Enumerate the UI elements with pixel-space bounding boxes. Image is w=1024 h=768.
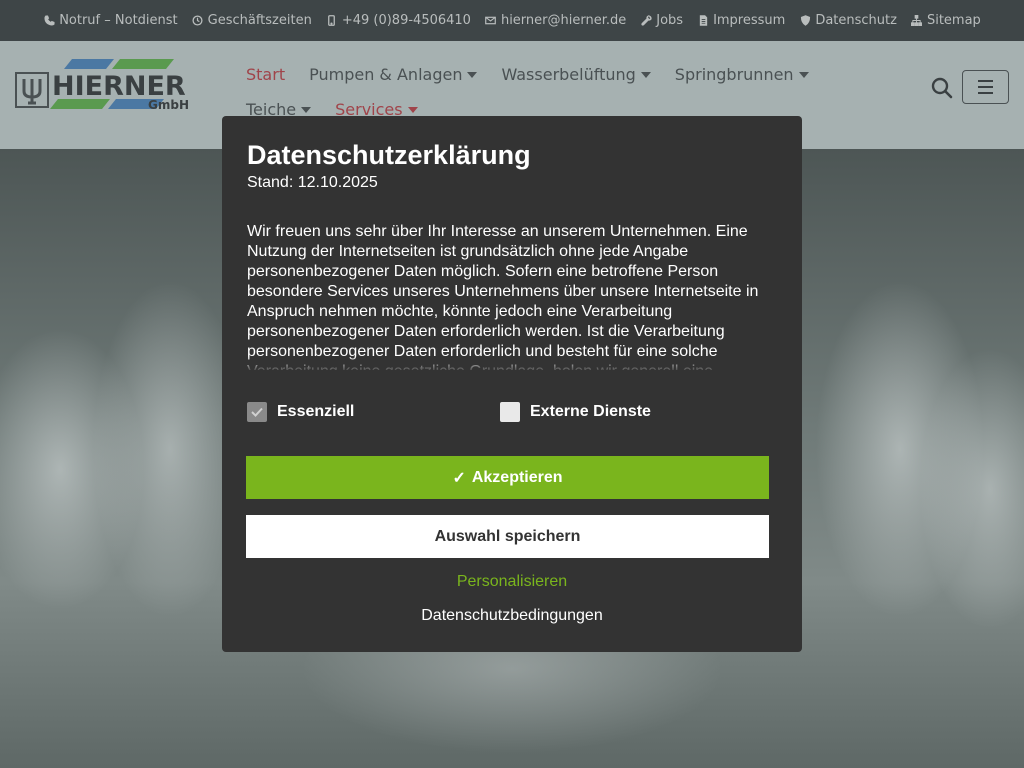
topbar-link-datenschutz[interactable]: Datenschutz	[799, 13, 897, 28]
nav-item-springbrunnen[interactable]: Springbrunnen	[675, 65, 809, 84]
checkmark-icon	[251, 407, 263, 417]
nav-label: Pumpen & Anlagen	[309, 65, 463, 84]
caret-down-icon	[407, 106, 418, 113]
dialog-body-paragraph: Wir freuen uns sehr über Ihr Interesse a…	[247, 223, 759, 370]
search-button[interactable]	[930, 76, 954, 100]
nav-label: Start	[246, 65, 286, 84]
topbar-label: Impressum	[713, 13, 786, 28]
topbar-link-notruf[interactable]: Notruf – Notdienst	[43, 13, 178, 28]
checkbox-essenziell[interactable]: Essenziell	[247, 402, 354, 422]
document-icon	[697, 15, 709, 27]
phone-icon	[43, 15, 55, 27]
privacy-terms-link[interactable]: Datenschutzbedingungen	[222, 607, 802, 625]
hamburger-icon	[978, 92, 993, 94]
sitemap-icon	[911, 15, 923, 27]
topbar-label: +49 (0)89-4506410	[341, 13, 471, 28]
personalize-link[interactable]: Personalisieren	[222, 573, 802, 591]
checkbox-label: Essenziell	[277, 403, 355, 420]
hierner-logo[interactable]: HIERNER GmbH	[14, 57, 204, 115]
hamburger-icon	[978, 86, 993, 88]
hamburger-menu-button[interactable]	[962, 70, 1009, 104]
caret-down-icon	[640, 71, 651, 78]
hamburger-icon	[978, 80, 993, 82]
nav-item-pumpen[interactable]: Pumpen & Anlagen	[309, 65, 478, 84]
accept-label: Akzeptieren	[471, 468, 563, 486]
checkbox-box	[500, 402, 520, 422]
top-contact-bar: Notruf – Notdienst Geschäftszeiten +49 (…	[0, 0, 1024, 41]
nav-item-wasserbelueftung[interactable]: Wasserbelüftung	[501, 65, 651, 84]
nav-item-start[interactable]: Start	[246, 65, 285, 84]
shield-icon	[799, 15, 811, 27]
mobile-icon	[326, 15, 338, 27]
checkmark-icon: ✓	[452, 469, 466, 487]
topbar-link-sitemap[interactable]: Sitemap	[911, 13, 981, 28]
topbar-label: Notruf – Notdienst	[59, 13, 178, 28]
privacy-consent-dialog: Datenschutzerklärung Stand: 12.10.2025 W…	[222, 116, 802, 652]
topbar-label: Jobs	[656, 13, 684, 28]
checkbox-label: Externe Dienste	[530, 403, 651, 420]
search-icon	[931, 77, 953, 99]
topbar-link-email[interactable]: hierner@hierner.de	[485, 13, 626, 28]
caret-down-icon	[467, 71, 478, 78]
consent-options: Essenziell Externe Dienste	[247, 402, 777, 426]
dialog-date: Stand: 12.10.2025	[247, 174, 378, 191]
dialog-body-text[interactable]: Wir freuen uns sehr über Ihr Interesse a…	[247, 222, 777, 370]
accept-button[interactable]: ✓ Akzeptieren	[246, 456, 769, 499]
clock-icon	[192, 15, 204, 27]
topbar-label: Datenschutz	[815, 13, 897, 28]
topbar-link-geschaeftszeiten[interactable]: Geschäftszeiten	[192, 13, 312, 28]
topbar-link-impressum[interactable]: Impressum	[697, 13, 785, 28]
topbar-label: hierner@hierner.de	[500, 13, 627, 28]
checkbox-box	[247, 402, 267, 422]
nav-label: Springbrunnen	[674, 65, 794, 84]
wrench-icon	[640, 15, 652, 27]
nav-label: Wasserbelüftung	[501, 65, 636, 84]
save-selection-button[interactable]: Auswahl speichern	[246, 515, 769, 558]
caret-down-icon	[798, 71, 809, 78]
dialog-title: Datenschutzerklärung	[247, 140, 531, 170]
envelope-icon	[485, 15, 497, 27]
topbar-link-phone[interactable]: +49 (0)89-4506410	[326, 13, 471, 28]
topbar-label: Sitemap	[926, 13, 981, 28]
caret-down-icon	[301, 106, 312, 113]
checkbox-externe-dienste[interactable]: Externe Dienste	[500, 402, 651, 422]
topbar-link-jobs[interactable]: Jobs	[640, 13, 683, 28]
logo-subtext: GmbH	[148, 98, 189, 112]
topbar-label: Geschäftszeiten	[207, 13, 312, 28]
